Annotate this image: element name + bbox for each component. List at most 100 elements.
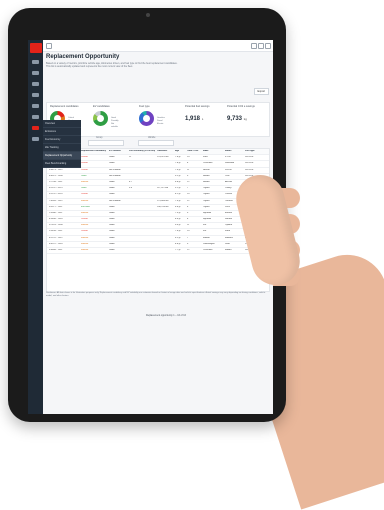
map-icon[interactable] bbox=[32, 82, 39, 86]
table-cell: 9-3377 - 2011 bbox=[49, 205, 63, 208]
table-cell: 9 bbox=[187, 211, 189, 214]
ev-suitability: Good bbox=[109, 211, 115, 214]
column-header[interactable]: Replacement candidacy bbox=[81, 150, 107, 152]
column-header[interactable]: Make bbox=[203, 150, 223, 152]
search-icon[interactable] bbox=[46, 43, 52, 49]
table-cell: Civic bbox=[225, 174, 230, 177]
help-icon[interactable] bbox=[32, 115, 39, 119]
kpi-fuel-type[interactable]: Fuel type Gasoline Diesel Electric bbox=[139, 105, 165, 126]
table-cell: Ford bbox=[203, 156, 208, 159]
table-cell: 6-1122 - 2013 bbox=[49, 187, 63, 190]
table-cell: Silverado bbox=[225, 162, 235, 165]
table-row[interactable]: 3-4848 - 2011 Monitor Good 7.7 yr 12 Chevrole… bbox=[47, 248, 269, 255]
vehicle-filter-label: Vehicle bbox=[148, 137, 156, 139]
sustainability-icon[interactable] bbox=[32, 126, 39, 130]
column-header[interactable]: Fuel economy (L/100 km) bbox=[129, 150, 155, 152]
table-cell: Chevrolet bbox=[203, 162, 213, 165]
vehicle-icon[interactable] bbox=[32, 71, 39, 75]
donut-chart bbox=[93, 111, 108, 126]
vehicle-filter-input[interactable] bbox=[138, 140, 174, 146]
table-cell: 8-1212 - 2012 bbox=[49, 236, 63, 239]
pager-label: Replacement opportunity bbox=[146, 314, 173, 317]
candidacy-badge: Monitor bbox=[81, 180, 89, 183]
column-header[interactable]: Odometer bbox=[157, 150, 173, 152]
logo-icon[interactable] bbox=[29, 43, 42, 53]
bell-icon[interactable] bbox=[251, 43, 257, 49]
candidacy-badge: Good bbox=[81, 187, 87, 190]
kpi-label: Replacement candidates bbox=[50, 105, 79, 108]
table-cell: 7 bbox=[187, 236, 189, 239]
candidacy-badge: Monitor bbox=[81, 242, 89, 245]
table-cell: NV200 bbox=[225, 168, 232, 171]
column-header[interactable]: Age bbox=[175, 150, 185, 152]
table-cell: 9 bbox=[187, 174, 189, 177]
table-cell: 7.6 yr bbox=[175, 156, 181, 159]
kpi-label: Potential fuel savings bbox=[185, 105, 210, 108]
column-header[interactable]: EV suitable bbox=[109, 150, 127, 152]
disclaimer: Disclaimer: All data shown is for illust… bbox=[46, 292, 266, 297]
user-icon[interactable] bbox=[265, 43, 271, 49]
table-cell: 3-2211 - 2010 bbox=[49, 193, 63, 196]
table-cell: 9.0 yr bbox=[175, 224, 181, 227]
menu-item-fleet-benchmarking[interactable]: Fleet Benchmarking bbox=[43, 160, 81, 168]
table-body: 1-12345 - 2011CriticalGood11123,421 km7.… bbox=[47, 155, 269, 255]
menu-item-emissions[interactable]: Emissions bbox=[43, 128, 81, 136]
table-cell: Kia bbox=[203, 224, 207, 227]
legend-item: Not suitable bbox=[111, 123, 118, 128]
kpi-co2-savings[interactable]: Potential CO2 e savings 9,733 kg bbox=[227, 105, 255, 122]
candidacy-badge: Critical bbox=[81, 230, 88, 233]
dashboard-icon[interactable] bbox=[32, 60, 39, 64]
group-filter-input[interactable] bbox=[88, 140, 124, 146]
menu-item-idle-tracking[interactable]: Idle Tracking bbox=[43, 144, 81, 152]
ev-suitability: Good bbox=[109, 218, 115, 221]
help-icon[interactable] bbox=[258, 43, 264, 49]
table-cell: Toyota bbox=[203, 205, 210, 208]
sidebar-rail bbox=[28, 40, 43, 414]
table-cell: 6.6 yr bbox=[175, 205, 181, 208]
page-description: Based on a variety of metrics, prioritiz… bbox=[46, 62, 186, 68]
kpi-label: EV candidates bbox=[93, 105, 110, 108]
table-cell: Honda bbox=[203, 180, 210, 183]
ev-suitability: Good bbox=[109, 242, 115, 245]
column-header[interactable]: Total CO2e bbox=[187, 150, 201, 152]
settings-icon[interactable] bbox=[32, 104, 39, 108]
table-cell: 1-9090 - 2011 bbox=[49, 211, 63, 214]
kpi-ev-candidates[interactable]: EV candidates Good Possibly Not suitable bbox=[93, 105, 118, 128]
table-cell: 5-6473 - 2012 bbox=[49, 168, 63, 171]
table-cell: 123,421 km bbox=[157, 156, 169, 159]
ev-suitability: Good bbox=[109, 249, 115, 251]
flyout-menu: Overview Emissions Fuel Economy Idle Tra… bbox=[43, 120, 81, 168]
candidacy-badge: Monitor bbox=[81, 211, 89, 214]
menu-item-fuel-economy[interactable]: Fuel Economy bbox=[43, 136, 81, 144]
table-cell: 10 bbox=[187, 193, 190, 196]
candidacy-badge: Monitor bbox=[81, 236, 89, 239]
table-cell: 12 bbox=[187, 249, 190, 251]
table-cell: 22 bbox=[187, 199, 190, 202]
candidacy-badge: Excellent bbox=[81, 205, 90, 208]
table-cell: 9.2 yr bbox=[175, 174, 181, 177]
column-header[interactable]: Model bbox=[225, 150, 243, 152]
table-cell: 2-3434 - 2011 bbox=[49, 230, 63, 233]
table-cell: Toyota bbox=[203, 193, 210, 196]
ev-suitability: Good bbox=[109, 193, 115, 196]
ev-suitability: Good bbox=[109, 224, 115, 227]
export-button[interactable]: Export bbox=[253, 88, 269, 95]
admin-icon[interactable] bbox=[32, 137, 39, 141]
donut-chart bbox=[139, 111, 154, 126]
table-cell: 8.4 yr bbox=[175, 218, 181, 221]
table-cell: 8-8321 - 2009 bbox=[49, 174, 63, 177]
legend: Good Possibly Not suitable bbox=[111, 117, 118, 129]
menu-item-replacement-opportunity[interactable]: Replacement Opportunity bbox=[43, 152, 81, 160]
menu-item-overview[interactable]: Overview bbox=[43, 120, 81, 128]
candidacy-badge: Monitor bbox=[81, 224, 89, 227]
table-cell: 175,866 km bbox=[157, 199, 169, 202]
pagination[interactable]: Replacement opportunity 1 – 16 of 16 bbox=[146, 314, 186, 317]
report-icon[interactable] bbox=[32, 93, 39, 97]
table-cell: 8 bbox=[187, 218, 189, 221]
table-cell: Optima bbox=[225, 224, 233, 227]
table-cell: F-150 bbox=[225, 156, 231, 159]
kpi-value: 9,733 kg bbox=[227, 116, 255, 122]
table-cell: 7.8 yr bbox=[175, 162, 181, 165]
kpi-fuel-savings[interactable]: Potential fuel savings 1,918 L bbox=[185, 105, 210, 122]
column-header[interactable]: Fuel type bbox=[245, 150, 265, 152]
